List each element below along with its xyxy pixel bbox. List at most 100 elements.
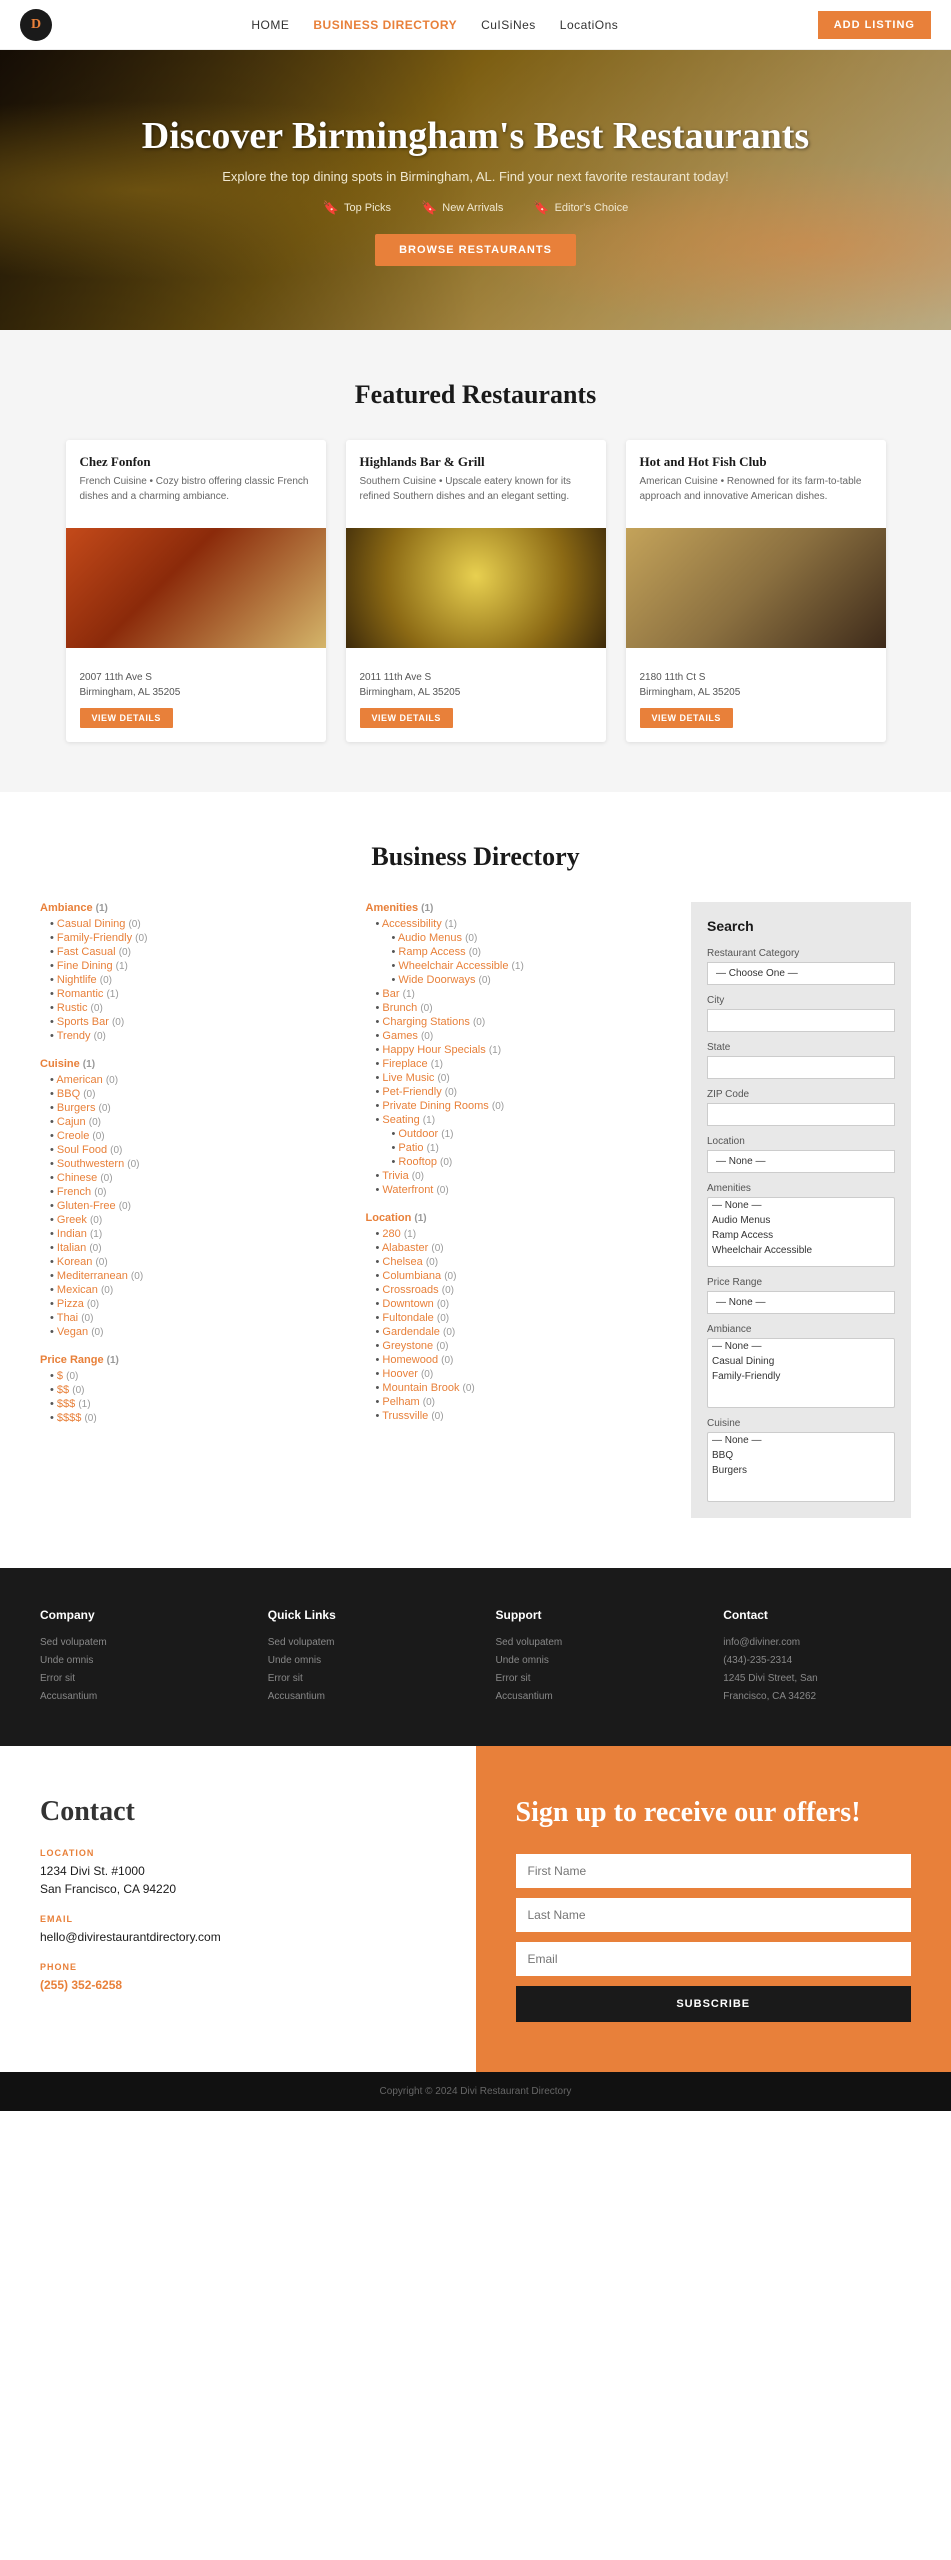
dir-link-greek[interactable]: Greek <box>57 1214 87 1226</box>
list-item: • $$$ (1) <box>50 1398 346 1410</box>
dir-link-chinese[interactable]: Chinese <box>57 1172 97 1184</box>
dir-link-hoover[interactable]: Hoover <box>382 1368 417 1380</box>
dir-link-italian[interactable]: Italian <box>57 1242 86 1254</box>
dir-link-fine-dining[interactable]: Fine Dining <box>57 960 113 972</box>
dir-link-columbiana[interactable]: Columbiana <box>382 1270 441 1282</box>
dir-link-rooftop[interactable]: Rooftop <box>398 1156 437 1168</box>
dir-link-bar[interactable]: Bar <box>382 988 399 1000</box>
dir-link-price-3[interactable]: $$$ <box>57 1398 75 1410</box>
dir-link-burgers[interactable]: Burgers <box>57 1102 96 1114</box>
dir-link-pet-friendly[interactable]: Pet-Friendly <box>382 1086 441 1098</box>
dir-link-creole[interactable]: Creole <box>57 1130 89 1142</box>
dir-link-280[interactable]: 280 <box>382 1228 400 1240</box>
dir-link-mountain-brook[interactable]: Mountain Brook <box>382 1382 459 1394</box>
dir-link-french[interactable]: French <box>57 1186 91 1198</box>
dir-link-alabaster[interactable]: Alabaster <box>382 1242 428 1254</box>
dir-link-crossroads[interactable]: Crossroads <box>382 1284 438 1296</box>
bottom-bar: Copyright © 2024 Divi Restaurant Directo… <box>0 2072 951 2111</box>
ambiance-listbox[interactable]: — None — Casual Dining Family-Friendly <box>707 1338 895 1408</box>
dir-link-fultondale[interactable]: Fultondale <box>382 1312 433 1324</box>
dir-link-nightlife[interactable]: Nightlife <box>57 974 97 986</box>
dir-link-trendy[interactable]: Trendy <box>57 1030 91 1042</box>
dir-link-thai[interactable]: Thai <box>57 1312 78 1324</box>
dir-link-greystone[interactable]: Greystone <box>382 1340 433 1352</box>
dir-link-brunch[interactable]: Brunch <box>382 1002 417 1014</box>
dir-link-charging[interactable]: Charging Stations <box>382 1016 469 1028</box>
dir-link-indian[interactable]: Indian <box>57 1228 87 1240</box>
browse-restaurants-button[interactable]: BROWSE RESTAURANTS <box>375 234 576 266</box>
dir-link-pelham[interactable]: Pelham <box>382 1396 419 1408</box>
first-name-input[interactable] <box>516 1854 912 1888</box>
dir-link-gluten-free[interactable]: Gluten-Free <box>57 1200 116 1212</box>
card-address-3: 2180 11th Ct SBirmingham, AL 35205 <box>640 670 872 700</box>
zip-input[interactable] <box>707 1103 895 1126</box>
nav-business-directory[interactable]: BUSINESS DIRECTORY <box>313 18 457 32</box>
dir-link-casual-dining[interactable]: Casual Dining <box>57 918 125 930</box>
last-name-input[interactable] <box>516 1898 912 1932</box>
category-select[interactable]: — Choose One — <box>707 962 895 985</box>
dir-link-wheelchair[interactable]: Wheelchair Accessible <box>398 960 508 972</box>
dir-link-family-friendly[interactable]: Family-Friendly <box>57 932 132 944</box>
dir-link-price-1[interactable]: $ <box>57 1370 63 1382</box>
dir-link-outdoor[interactable]: Outdoor <box>398 1128 438 1140</box>
list-item: • Pizza (0) <box>50 1298 346 1310</box>
dir-link-seating[interactable]: Seating <box>382 1114 419 1126</box>
cuisine-listbox[interactable]: — None — BBQ Burgers <box>707 1432 895 1502</box>
dir-link-games[interactable]: Games <box>382 1030 417 1042</box>
dir-link-bbq[interactable]: BBQ <box>57 1088 80 1100</box>
dir-link-mediterranean[interactable]: Mediterranean <box>57 1270 128 1282</box>
dir-link-price-4[interactable]: $$$$ <box>57 1412 81 1424</box>
dir-link-soul-food[interactable]: Soul Food <box>57 1144 107 1156</box>
view-details-btn-1[interactable]: VIEW DETAILS <box>80 708 173 728</box>
dir-link-audio-menus[interactable]: Audio Menus <box>398 932 462 944</box>
dir-link-patio[interactable]: Patio <box>398 1142 423 1154</box>
card-title-1: Chez Fonfon <box>80 454 312 470</box>
city-input[interactable] <box>707 1009 895 1032</box>
dir-link-private-dining[interactable]: Private Dining Rooms <box>382 1100 488 1112</box>
list-item: • Mexican (0) <box>50 1284 346 1296</box>
dir-link-gardendale[interactable]: Gardendale <box>382 1326 440 1338</box>
dir-accessibility-sublist: • Audio Menus (0) • Ramp Access (0) • Wh… <box>376 932 672 986</box>
dir-link-happy-hour[interactable]: Happy Hour Specials <box>382 1044 485 1056</box>
dir-link-korean[interactable]: Korean <box>57 1256 92 1268</box>
state-input[interactable] <box>707 1056 895 1079</box>
amenities-listbox[interactable]: — None — Audio Menus Ramp Access Wheelch… <box>707 1197 895 1267</box>
dir-link-ramp-access[interactable]: Ramp Access <box>398 946 465 958</box>
dir-link-mexican[interactable]: Mexican <box>57 1284 98 1296</box>
contact-phone-label: PHONE <box>40 1962 436 1972</box>
dir-link-homewood[interactable]: Homewood <box>382 1354 438 1366</box>
email-input[interactable] <box>516 1942 912 1976</box>
dir-link-chelsea[interactable]: Chelsea <box>382 1256 422 1268</box>
dir-link-american[interactable]: American <box>56 1074 102 1086</box>
dir-link-southwestern[interactable]: Southwestern <box>57 1158 124 1170</box>
location-select[interactable]: — None — <box>707 1150 895 1173</box>
dir-link-trussville[interactable]: Trussville <box>382 1410 428 1422</box>
dir-link-fireplace[interactable]: Fireplace <box>382 1058 427 1070</box>
dir-link-live-music[interactable]: Live Music <box>382 1072 434 1084</box>
dir-link-pizza[interactable]: Pizza <box>57 1298 84 1310</box>
nav-cuisines[interactable]: CuISiNes <box>481 18 536 32</box>
price-select[interactable]: — None — <box>707 1291 895 1314</box>
dir-link-fast-casual[interactable]: Fast Casual <box>57 946 116 958</box>
dir-link-sports-bar[interactable]: Sports Bar <box>57 1016 109 1028</box>
nav-home[interactable]: HOME <box>251 18 289 32</box>
dir-link-price-2[interactable]: $$ <box>57 1384 69 1396</box>
dir-link-waterfront[interactable]: Waterfront <box>382 1184 433 1196</box>
dir-link-wide-doorways[interactable]: Wide Doorways <box>398 974 475 986</box>
dir-link-vegan[interactable]: Vegan <box>57 1326 88 1338</box>
dir-link-downtown[interactable]: Downtown <box>382 1298 433 1310</box>
dir-link-rustic[interactable]: Rustic <box>57 1002 88 1014</box>
subscribe-button[interactable]: SUBSCRIBE <box>516 1986 912 2022</box>
view-details-btn-3[interactable]: VIEW DETAILS <box>640 708 733 728</box>
list-item: • Soul Food (0) <box>50 1144 346 1156</box>
dir-link-trivia[interactable]: Trivia <box>382 1170 408 1182</box>
card-hot-fish: Hot and Hot Fish Club American Cuisine •… <box>626 440 886 742</box>
dir-link-accessibility[interactable]: Accessibility <box>382 918 442 930</box>
add-listing-button[interactable]: ADD LISTING <box>818 11 931 39</box>
dir-link-romantic[interactable]: Romantic <box>57 988 103 1000</box>
dir-link-cajun[interactable]: Cajun <box>57 1116 86 1128</box>
view-details-btn-2[interactable]: VIEW DETAILS <box>360 708 453 728</box>
list-item: • $$ (0) <box>50 1384 346 1396</box>
nav-locations[interactable]: LocatiOns <box>560 18 619 32</box>
list-item: • Ramp Access (0) <box>392 946 672 958</box>
